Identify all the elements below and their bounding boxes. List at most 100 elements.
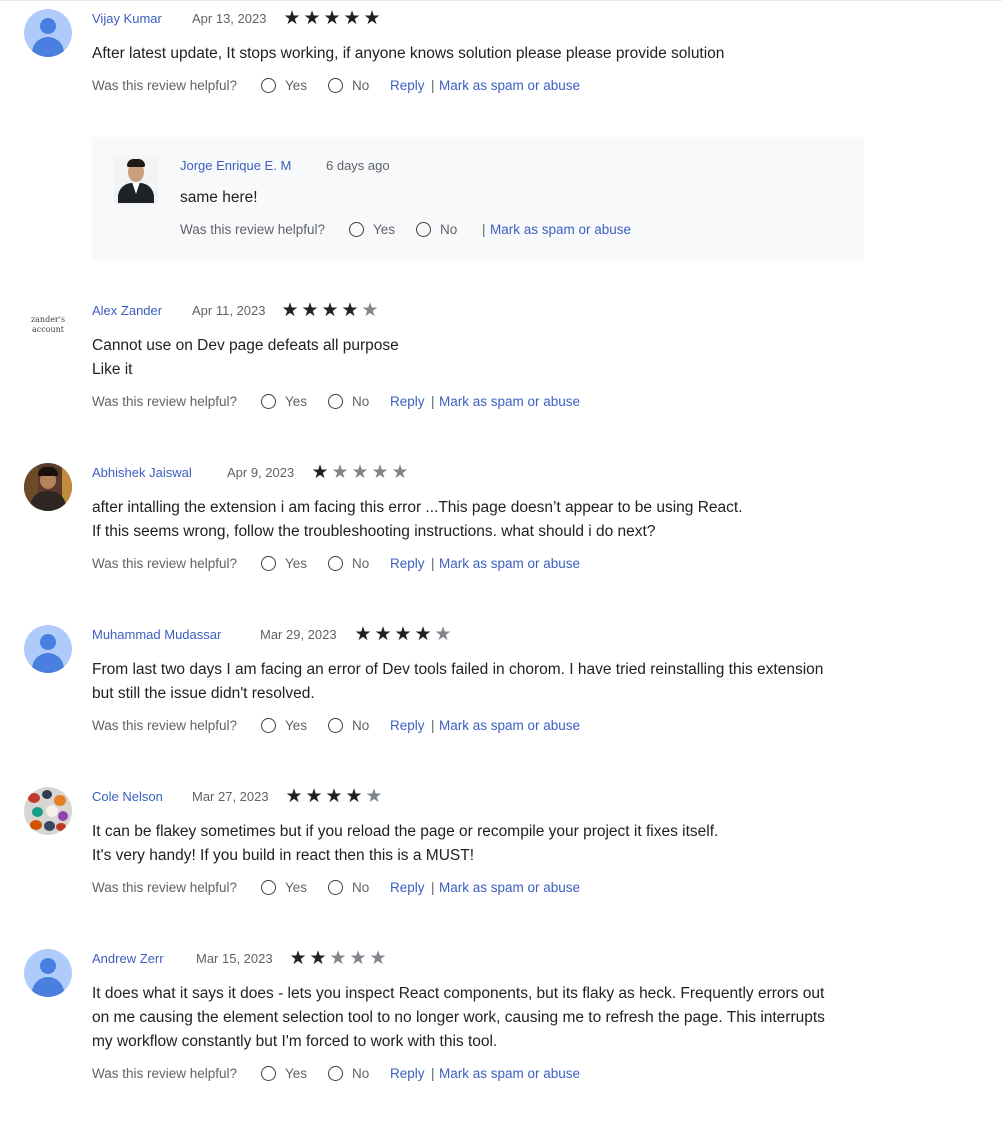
mark-spam-link[interactable]: Mark as spam or abuse	[439, 717, 580, 735]
star-rating: ★ ★ ★ ★ ★	[310, 462, 410, 483]
star-filled-icon: ★	[341, 300, 359, 321]
mark-spam-link[interactable]: Mark as spam or abuse	[490, 221, 631, 239]
review-text: From last two days I am facing an error …	[92, 658, 872, 706]
review-text-line: If this seems wrong, follow the troubles…	[92, 523, 656, 540]
review-text: It can be flakey sometimes but if you re…	[92, 820, 872, 868]
yes-label[interactable]: Yes	[285, 1065, 307, 1083]
review-item: zander's account Alex Zander Apr 11, 202…	[0, 292, 1002, 432]
star-filled-icon: ★	[325, 786, 343, 807]
reply-link[interactable]: Reply	[390, 555, 425, 573]
star-rating: ★ ★ ★ ★ ★	[284, 786, 384, 807]
review-text-line: Cannot use on Dev page defeats all purpo…	[92, 337, 399, 354]
no-label[interactable]: No	[352, 717, 369, 735]
no-label[interactable]: No	[440, 221, 457, 239]
star-filled-icon: ★	[305, 786, 323, 807]
review-author-link[interactable]: Abhishek Jaiswal	[92, 465, 192, 480]
reply-link[interactable]: Reply	[390, 879, 425, 897]
yes-label[interactable]: Yes	[285, 717, 307, 735]
yes-label[interactable]: Yes	[285, 393, 307, 411]
helpful-question: Was this review helpful?	[92, 78, 238, 93]
star-empty-icon: ★	[365, 786, 383, 807]
review-text: After latest update, It stops working, i…	[92, 42, 872, 66]
no-radio[interactable]	[328, 556, 343, 571]
star-empty-icon: ★	[349, 948, 367, 969]
star-filled-icon: ★	[323, 8, 341, 29]
no-radio[interactable]	[328, 718, 343, 733]
star-filled-icon: ★	[354, 624, 372, 645]
star-rating: ★ ★ ★ ★ ★	[282, 8, 382, 29]
user-avatar-icon	[24, 949, 72, 997]
review-author-link[interactable]: Alex Zander	[92, 303, 162, 318]
review-text-line: It can be flakey sometimes but if you re…	[92, 823, 719, 840]
mark-spam-link[interactable]: Mark as spam or abuse	[439, 555, 580, 573]
review-author-link[interactable]: Cole Nelson	[92, 789, 163, 804]
mark-spam-link[interactable]: Mark as spam or abuse	[439, 393, 580, 411]
yes-label[interactable]: Yes	[285, 77, 307, 95]
reply-link[interactable]: Reply	[390, 1065, 425, 1083]
review-date: Mar 15, 2023	[196, 951, 273, 966]
link-separator: |	[431, 78, 435, 93]
mark-spam-link[interactable]: Mark as spam or abuse	[439, 1065, 580, 1083]
review-text-line: my workflow constantly but I'm forced to…	[92, 1033, 498, 1050]
no-radio[interactable]	[416, 222, 431, 237]
no-radio[interactable]	[328, 1066, 343, 1081]
star-filled-icon: ★	[289, 948, 307, 969]
yes-radio[interactable]	[261, 556, 276, 571]
mark-spam-link[interactable]: Mark as spam or abuse	[439, 879, 580, 897]
star-filled-icon: ★	[309, 948, 327, 969]
yes-label[interactable]: Yes	[285, 879, 307, 897]
yes-radio[interactable]	[261, 78, 276, 93]
yes-radio[interactable]	[261, 394, 276, 409]
no-radio[interactable]	[328, 880, 343, 895]
star-filled-icon: ★	[345, 786, 363, 807]
user-avatar-icon	[24, 625, 72, 673]
no-label[interactable]: No	[352, 1065, 369, 1083]
no-label[interactable]: No	[352, 879, 369, 897]
yes-radio[interactable]	[261, 718, 276, 733]
review-text-line: but still the issue didn't resolved.	[92, 685, 315, 702]
review-author-link[interactable]: Vijay Kumar	[92, 11, 162, 26]
no-radio[interactable]	[328, 394, 343, 409]
mark-spam-link[interactable]: Mark as spam or abuse	[439, 77, 580, 95]
review-author-link[interactable]: Andrew Zerr	[92, 951, 164, 966]
star-filled-icon: ★	[321, 300, 339, 321]
star-filled-icon: ★	[301, 300, 319, 321]
yes-label[interactable]: Yes	[285, 555, 307, 573]
reply-link[interactable]: Reply	[390, 393, 425, 411]
review-date: Apr 9, 2023	[227, 465, 295, 480]
no-label[interactable]: No	[352, 393, 369, 411]
reply-author-link[interactable]: Jorge Enrique E. M	[180, 158, 291, 173]
user-photo-avatar	[24, 787, 72, 835]
yes-label[interactable]: Yes	[373, 221, 395, 239]
helpful-question: Was this review helpful?	[92, 880, 238, 895]
review-author-link[interactable]: Muhammad Mudassar	[92, 627, 221, 642]
no-label[interactable]: No	[352, 555, 369, 573]
review-text-line: After latest update, It stops working, i…	[92, 45, 725, 62]
link-separator: |	[431, 556, 435, 571]
no-radio[interactable]	[328, 78, 343, 93]
review-text: Cannot use on Dev page defeats all purpo…	[92, 334, 872, 382]
review-item: Abhishek Jaiswal Apr 9, 2023 ★ ★ ★ ★ ★ after…	[0, 454, 1002, 594]
star-filled-icon: ★	[285, 786, 303, 807]
review-date: Mar 29, 2023	[260, 627, 337, 642]
helpful-question: Was this review helpful?	[92, 556, 238, 571]
helpful-question: Was this review helpful?	[92, 718, 238, 733]
reply-link[interactable]: Reply	[390, 77, 425, 95]
review-text-line: From last two days I am facing an error …	[92, 661, 824, 678]
no-label[interactable]: No	[352, 77, 369, 95]
star-filled-icon: ★	[414, 624, 432, 645]
star-empty-icon: ★	[361, 300, 379, 321]
star-empty-icon: ★	[329, 948, 347, 969]
link-separator: |	[431, 718, 435, 733]
star-empty-icon: ★	[331, 462, 349, 483]
yes-radio[interactable]	[261, 1066, 276, 1081]
text-avatar-icon: zander's account	[24, 301, 72, 349]
reply-link[interactable]: Reply	[390, 717, 425, 735]
star-filled-icon: ★	[374, 624, 392, 645]
review-text-line: It does what it says it does - lets you …	[92, 985, 825, 1002]
avatar-text: zander's account	[30, 315, 66, 334]
user-avatar-icon	[24, 9, 72, 57]
yes-radio[interactable]	[349, 222, 364, 237]
yes-radio[interactable]	[261, 880, 276, 895]
star-filled-icon: ★	[343, 8, 361, 29]
